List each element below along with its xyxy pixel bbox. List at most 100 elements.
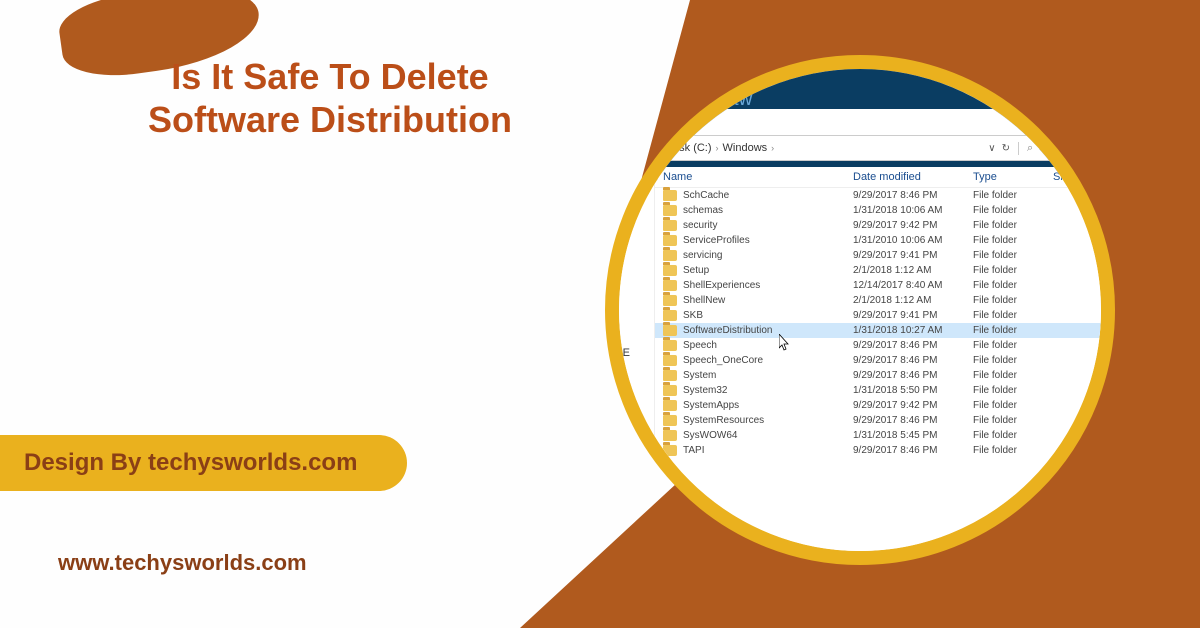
folder-icon [663, 235, 677, 246]
title-line-1: Is It Safe To Delete [171, 56, 488, 97]
file-name: servicing [683, 250, 722, 261]
column-headers[interactable]: Name Date modified Type Size [655, 167, 1115, 188]
file-row[interactable]: System321/31/2018 5:50 PMFile folder [655, 383, 1115, 398]
file-row[interactable]: schemas 1/31/2018 10:06 AMFile folder [655, 203, 1115, 218]
file-name: SysWOW64 [683, 430, 737, 441]
file-name: ShellNew [683, 295, 725, 306]
file-date: 1/31/2018 10:27 AM [853, 325, 973, 336]
col-date[interactable]: Date modified [853, 171, 973, 183]
col-name[interactable]: Name [663, 171, 853, 183]
file-date: 2/1/2018 1:12 AM [853, 265, 973, 276]
site-url-text: www.techysworlds.com [58, 550, 307, 575]
file-row[interactable]: Setup 2/1/2018 1:12 AMFile folder [655, 263, 1115, 278]
sidebar-item[interactable]: * [605, 233, 650, 253]
folder-icon [663, 385, 677, 396]
file-row[interactable]: ServiceProfiles 1/31/2010 10:06 AMFile fo… [655, 233, 1115, 248]
breadcrumb[interactable]: his PC › Local Disk (C:) › Windows › [605, 142, 980, 154]
file-row[interactable]: security9/29/2017 9:42 PMFile folder [655, 218, 1115, 233]
sidebar-item[interactable]: * [605, 173, 650, 193]
file-date: 1/31/2010 10:06 AM [853, 235, 973, 246]
file-type: File folder [973, 370, 1053, 381]
search-input[interactable]: ⌕ Search Windows [1018, 142, 1115, 155]
folder-icon [663, 445, 677, 456]
file-date: 9/29/2017 9:42 PM [853, 220, 973, 231]
dropdown-icon[interactable]: ∨ [988, 143, 995, 154]
file-name: System [683, 370, 716, 381]
page-title: Is It Safe To Delete Software Distributi… [115, 55, 545, 141]
file-date: 9/29/2017 8:46 PM [853, 415, 973, 426]
file-row[interactable]: TAPI9/29/2017 8:46 PMFile folder [655, 443, 1115, 458]
file-type: File folder [973, 265, 1053, 276]
nav-sidebar[interactable]: * * * * PC I_TAC_LIE [605, 167, 655, 565]
file-type: File folder [973, 385, 1053, 396]
col-type[interactable]: Type [973, 171, 1053, 183]
file-date: 1/31/2018 5:45 PM [853, 430, 973, 441]
folder-icon [663, 430, 677, 441]
crumb-disk[interactable]: Local Disk (C:) [639, 142, 711, 154]
file-row[interactable]: SysWOW641/31/2018 5:45 PMFile folder [655, 428, 1115, 443]
file-row[interactable]: SystemResources9/29/2017 8:46 PMFile fol… [655, 413, 1115, 428]
file-date: 9/29/2017 9:41 PM [853, 250, 973, 261]
file-rows: SchCache9/29/2017 8:46 PMFile foldersche… [655, 188, 1115, 458]
file-row[interactable]: SchCache 9/29/2017 8:46 PMFile folder [655, 188, 1115, 203]
folder-icon [663, 355, 677, 366]
credit-text: Design By techysworlds.com [24, 449, 357, 476]
file-type: File folder [973, 190, 1053, 201]
chevron-right-icon: › [632, 143, 635, 153]
file-name: ShellExperiences [683, 280, 760, 291]
file-name: SchCache [683, 190, 729, 201]
folder-icon [663, 250, 677, 261]
file-name: SystemResources [683, 415, 764, 426]
sidebar-item[interactable]: * [605, 193, 650, 213]
file-row[interactable]: SKB9/29/2017 9:41 PMFile folder [655, 308, 1115, 323]
file-date: 1/31/2018 10:06 AM [853, 205, 973, 216]
crumb-root[interactable]: his PC [605, 142, 628, 154]
sidebar-item[interactable]: I_TAC_LIE [605, 343, 650, 363]
file-type: File folder [973, 235, 1053, 246]
file-name: security [683, 220, 717, 231]
file-name: schemas [683, 205, 723, 216]
explorer-content: * * * * PC I_TAC_LIE Name Date modified … [605, 167, 1115, 565]
file-date: 9/29/2017 8:46 PM [853, 370, 973, 381]
folder-icon [663, 340, 677, 351]
file-name: SoftwareDistribution [683, 325, 772, 336]
file-name: Setup [683, 265, 709, 276]
file-row[interactable]: servicing9/29/2017 9:41 PMFile folder [655, 248, 1115, 263]
search-icon: ⌕ [1027, 142, 1033, 155]
file-type: File folder [973, 205, 1053, 216]
folder-icon [663, 220, 677, 231]
file-name: TAPI [683, 445, 704, 456]
file-type: File folder [973, 325, 1053, 336]
refresh-icon[interactable]: ↻ [1002, 143, 1010, 154]
file-name: SystemApps [683, 400, 739, 411]
file-row[interactable]: ShellNew 2/1/2018 1:12 AMFile folder [655, 293, 1115, 308]
mouse-cursor-icon [779, 334, 791, 352]
file-name: System32 [683, 385, 727, 396]
folder-icon [663, 415, 677, 426]
chevron-right-icon: › [771, 143, 774, 153]
file-date: 9/29/2017 8:46 PM [853, 190, 973, 201]
sidebar-item[interactable]: * [605, 213, 650, 233]
folder-icon [663, 295, 677, 306]
file-type: File folder [973, 355, 1053, 366]
file-row[interactable]: ShellExperiences12/14/2017 8:40 AMFile f… [655, 278, 1115, 293]
file-row[interactable]: Speech_OneCore9/29/2017 8:46 PMFile fold… [655, 353, 1115, 368]
file-type: File folder [973, 295, 1053, 306]
address-bar[interactable]: his PC › Local Disk (C:) › Windows › ∨ ↻… [605, 135, 1115, 161]
folder-icon [663, 265, 677, 276]
file-row[interactable]: SoftwareDistribution 1/31/2018 10:27 AMFi… [655, 323, 1115, 338]
file-row[interactable]: SystemApps9/29/2017 9:42 PMFile folder [655, 398, 1115, 413]
file-name: SKB [683, 310, 703, 321]
file-type: File folder [973, 400, 1053, 411]
file-row[interactable]: Speech9/29/2017 8:46 PMFile folder [655, 338, 1115, 353]
file-list-pane: Name Date modified Type Size SchCache 9/2… [655, 167, 1115, 565]
sidebar-item-pc[interactable]: PC [605, 263, 650, 283]
crumb-folder[interactable]: Windows [723, 142, 768, 154]
file-date: 2/1/2018 1:12 AM [853, 295, 973, 306]
file-type: File folder [973, 445, 1053, 456]
file-name: ServiceProfiles [683, 235, 750, 246]
file-type: File folder [973, 340, 1053, 351]
file-row[interactable]: System 9/29/2017 8:46 PMFile folder [655, 368, 1115, 383]
chevron-right-icon: › [716, 143, 719, 153]
file-name: Speech_OneCore [683, 355, 763, 366]
